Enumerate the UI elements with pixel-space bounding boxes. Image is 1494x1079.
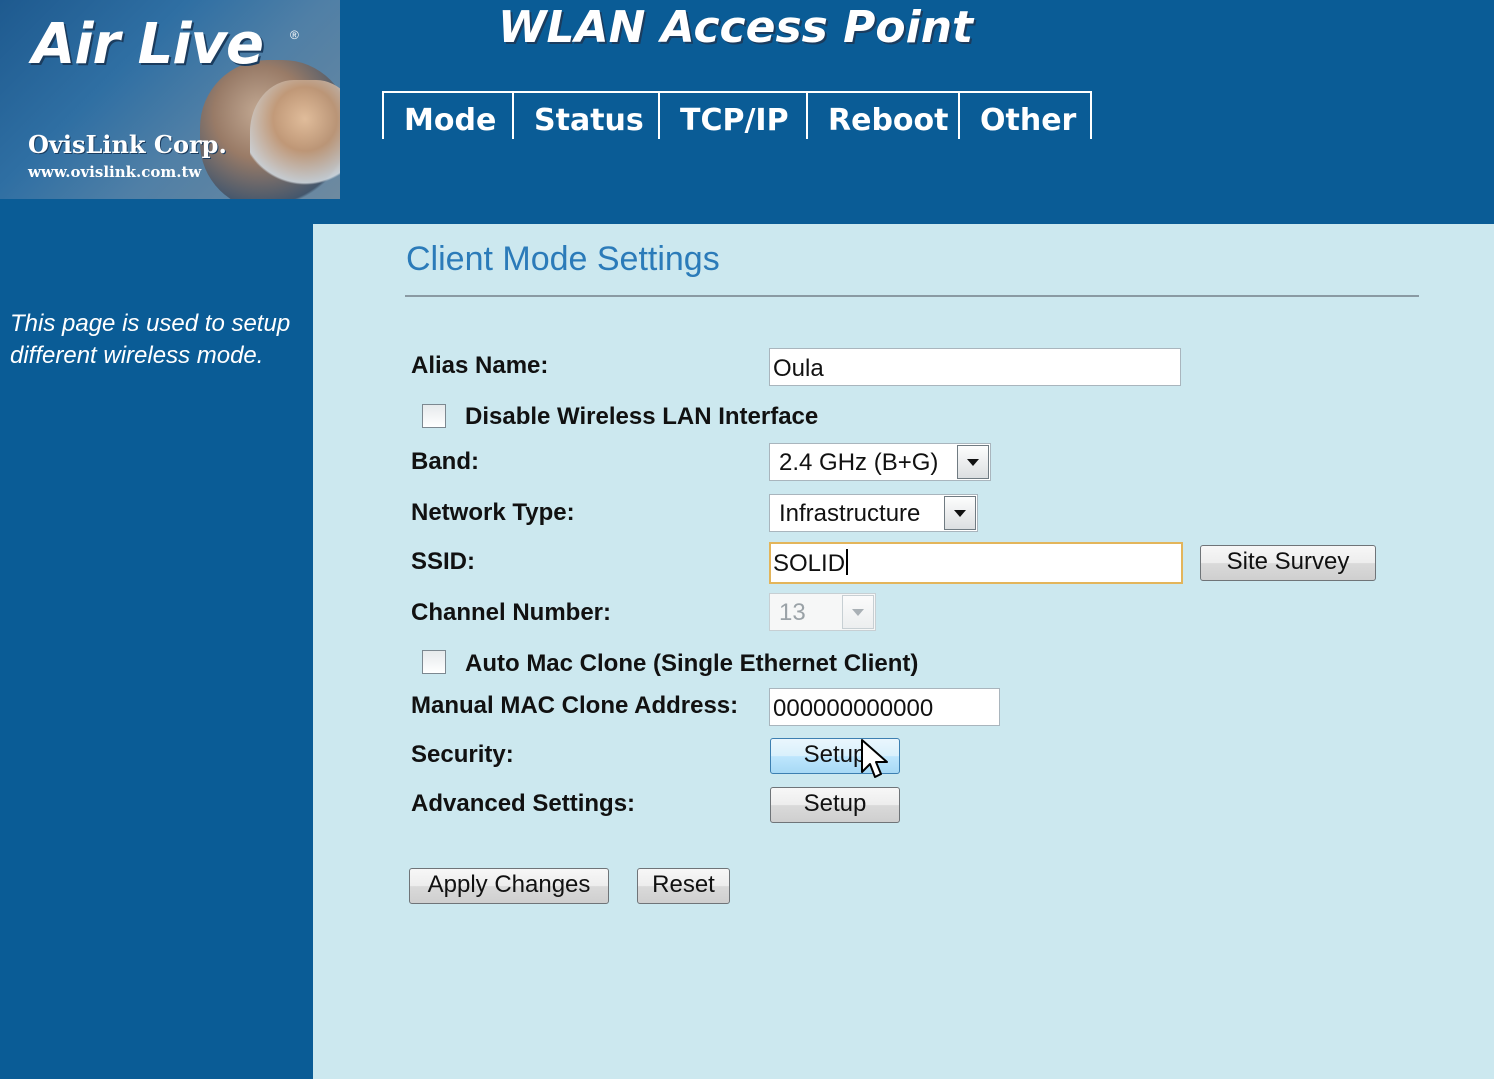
sidebar: This page is used to setup different wir… <box>0 224 313 1079</box>
chevron-down-icon <box>954 510 966 517</box>
tab-tcpip[interactable]: TCP/IP <box>658 91 806 139</box>
band-select[interactable]: 2.4 GHz (B+G) <box>769 443 991 481</box>
mouse-cursor-icon <box>861 739 888 778</box>
band-label: Band: <box>411 448 479 475</box>
reset-button[interactable]: Reset <box>637 868 730 904</box>
page-title: Client Mode Settings <box>406 240 720 278</box>
security-label: Security: <box>411 741 514 768</box>
chevron-down-icon <box>967 459 979 466</box>
app-title: WLAN Access Point <box>498 2 974 53</box>
apply-changes-button[interactable]: Apply Changes <box>409 868 609 904</box>
manual-mac-clone-label: Manual MAC Clone Address: <box>411 692 739 719</box>
header: Air Live ® OvisLink Corp. www.ovislink.c… <box>0 0 1494 224</box>
channel-number-select[interactable]: 13 <box>769 593 876 631</box>
alias-name-input[interactable]: Oula <box>769 348 1181 386</box>
company-name: OvisLink Corp. <box>28 130 227 159</box>
registered-mark: ® <box>290 28 299 42</box>
auto-mac-clone-label: Auto Mac Clone (Single Ethernet Client) <box>465 650 919 677</box>
channel-number-label: Channel Number: <box>411 599 612 626</box>
disable-wlan-label: Disable Wireless LAN Interface <box>465 403 819 430</box>
ssid-value: SOLID <box>773 550 846 577</box>
brand-logo: Air Live <box>32 12 264 77</box>
brand-logo-banner: Air Live ® OvisLink Corp. www.ovislink.c… <box>0 0 340 199</box>
alias-name-value: Oula <box>773 355 824 382</box>
alias-name-label: Alias Name: <box>411 352 549 379</box>
sidebar-help-text: This page is used to setup different wir… <box>10 310 291 369</box>
tab-mode[interactable]: Mode <box>382 91 512 139</box>
disable-wlan-checkbox[interactable] <box>422 404 446 428</box>
network-type-dropdown-button[interactable] <box>944 496 976 530</box>
chevron-down-icon <box>852 609 864 616</box>
ssid-input[interactable]: SOLID <box>769 542 1183 584</box>
network-type-select[interactable]: Infrastructure <box>769 494 978 532</box>
auto-mac-clone-checkbox[interactable] <box>422 650 446 674</box>
tab-reboot[interactable]: Reboot <box>806 91 958 139</box>
channel-number-dropdown-button[interactable] <box>842 595 874 629</box>
main-content: Client Mode Settings Alias Name: Oula Di… <box>313 224 1494 1079</box>
tab-other[interactable]: Other <box>958 91 1092 139</box>
tab-status[interactable]: Status <box>512 91 658 139</box>
advanced-settings-label: Advanced Settings: <box>411 790 636 817</box>
band-dropdown-button[interactable] <box>957 445 989 479</box>
manual-mac-clone-value: 000000000000 <box>773 695 934 722</box>
manual-mac-clone-input[interactable]: 000000000000 <box>769 688 1000 726</box>
nav-tabs: Mode Status TCP/IP Reboot Other <box>382 91 1092 139</box>
band-selected-value: 2.4 GHz (B+G) <box>779 449 939 476</box>
advanced-setup-button[interactable]: Setup <box>770 787 900 823</box>
title-divider <box>405 295 1419 297</box>
banner-photo-child <box>250 80 340 199</box>
channel-number-selected-value: 13 <box>779 599 806 626</box>
site-survey-button[interactable]: Site Survey <box>1200 545 1376 581</box>
company-url: www.ovislink.com.tw <box>28 163 202 181</box>
text-caret <box>846 549 849 575</box>
network-type-label: Network Type: <box>411 499 575 526</box>
network-type-selected-value: Infrastructure <box>779 500 921 527</box>
ssid-label: SSID: <box>411 548 476 575</box>
